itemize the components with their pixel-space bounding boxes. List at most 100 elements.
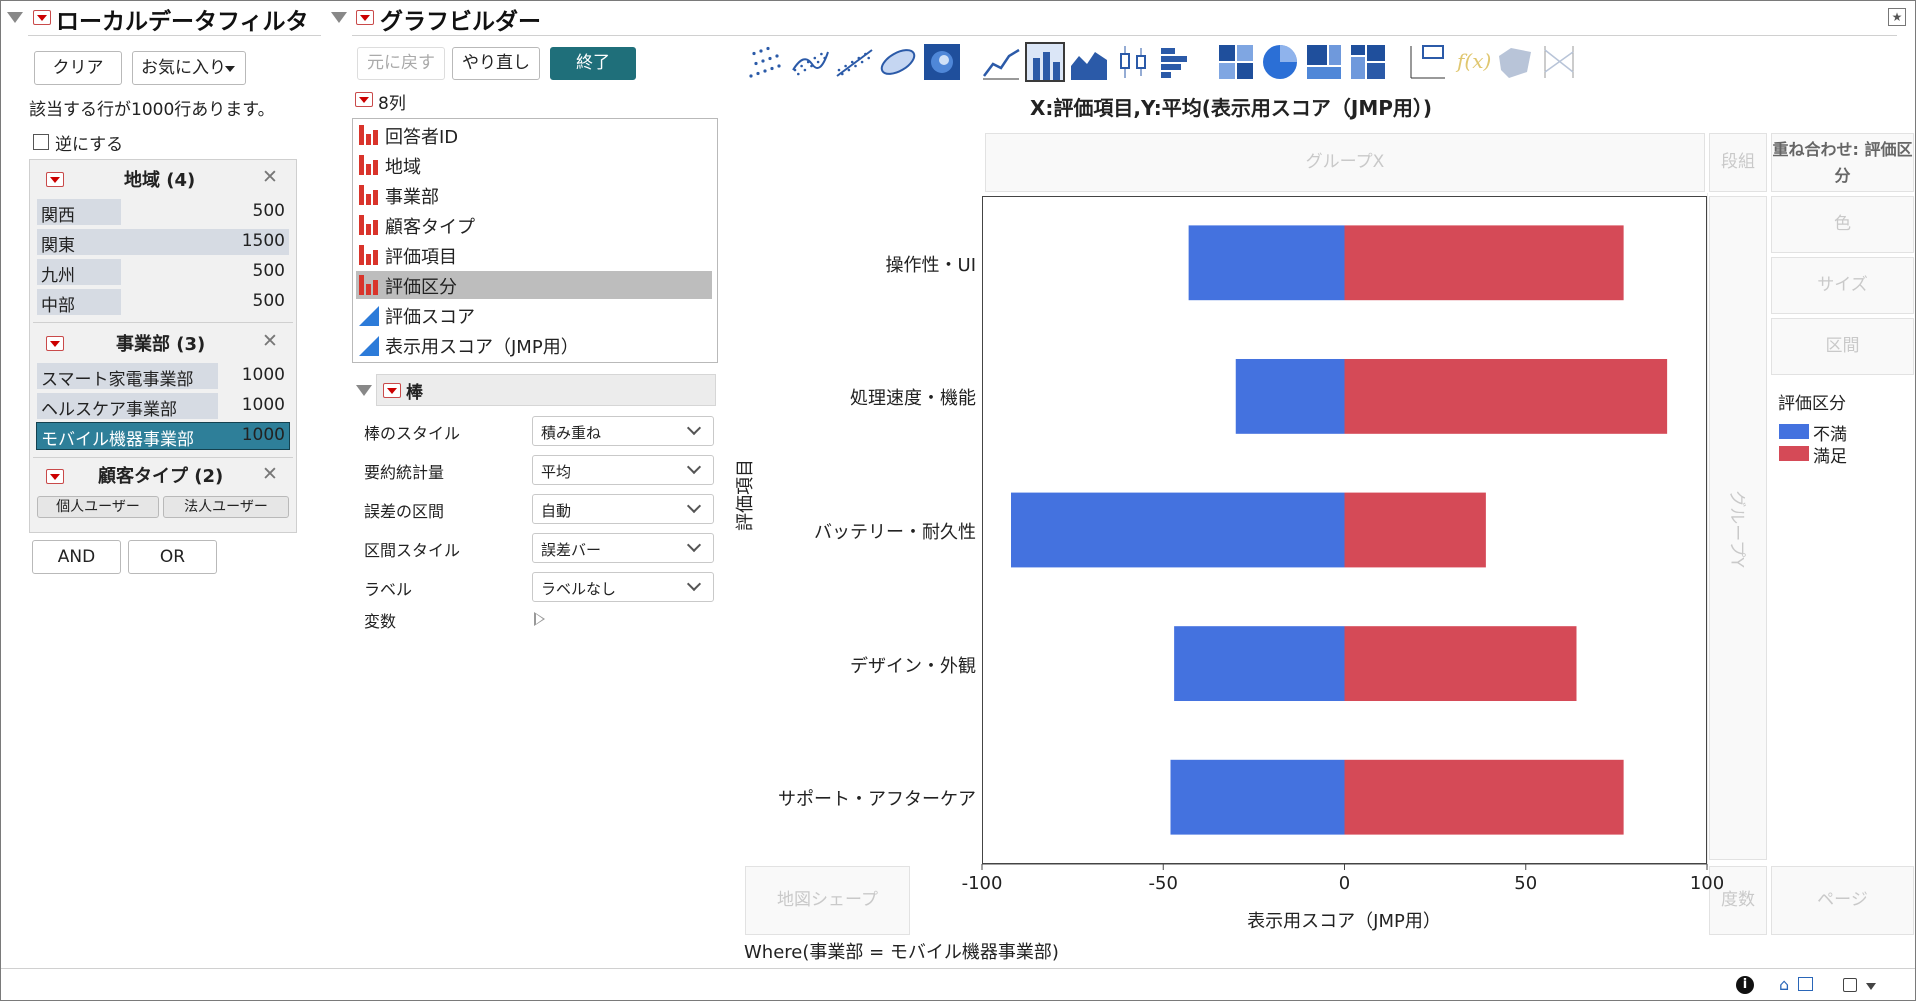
y-tick-label: 処理速度・機能 [850, 388, 976, 410]
column-list-item[interactable]: 表示用スコア（JMP用） [356, 331, 712, 359]
smoother-icon[interactable] [790, 42, 830, 82]
column-list-item[interactable]: 回答者ID [356, 121, 712, 149]
area-icon[interactable] [1069, 42, 1109, 82]
chevron-down-icon [686, 459, 702, 475]
parallel-icon[interactable] [1539, 42, 1579, 82]
region-filter-item[interactable]: 中部 500 [37, 289, 289, 316]
column-name: 事業部 [385, 187, 439, 208]
column-list-item[interactable]: 事業部 [356, 181, 712, 209]
chevron-down-icon [686, 537, 702, 553]
x-axis-label: 表示用スコア（JMP用） [1247, 911, 1441, 932]
bar-positive[interactable] [1344, 358, 1668, 434]
data-table-icon[interactable] [1798, 977, 1813, 991]
y-tick-label: デザイン・外観 [850, 655, 976, 677]
treemap-icon[interactable] [1304, 42, 1344, 82]
box-plot-icon[interactable] [1113, 42, 1153, 82]
filter-item-label: モバイル機器事業部 [41, 430, 194, 450]
column-list-item[interactable]: 顧客タイプ [356, 211, 712, 239]
nominal-column-icon [359, 185, 379, 205]
filter-item-label: 九州 [41, 266, 75, 286]
bar-negative[interactable] [1235, 358, 1345, 434]
property-dropdown[interactable]: 積み重ね [532, 416, 714, 446]
property-dropdown-value: 積み重ね [541, 424, 602, 442]
property-dropdown-value: ラベルなし [541, 580, 617, 598]
heatmap-icon[interactable] [1216, 42, 1256, 82]
property-label: ラベル [364, 580, 413, 599]
x-tick-label: -50 [1148, 873, 1178, 894]
filter-item-label: 関東 [41, 236, 75, 256]
property-dropdown[interactable]: 平均 [532, 455, 714, 485]
info-icon[interactable]: i [1736, 976, 1754, 994]
bar-negative[interactable] [1174, 626, 1345, 702]
bar-negative[interactable] [1011, 492, 1345, 568]
column-name: 表示用スコア（JMP用） [385, 337, 579, 358]
bar-chart-svg [981, 225, 1708, 870]
column-list-item[interactable]: 評価項目 [356, 241, 712, 269]
bar-negative[interactable] [1188, 225, 1345, 301]
select-window-icon[interactable] [1843, 978, 1857, 992]
nominal-column-icon [359, 215, 379, 235]
y-tick-label: サポート・アフターケア [778, 789, 976, 811]
pie-icon[interactable] [1260, 42, 1300, 82]
property-label: 区間スタイル [364, 541, 461, 560]
nominal-column-icon [359, 125, 379, 145]
region-filter-item[interactable]: 関西 500 [37, 199, 289, 226]
bar-negative[interactable] [1170, 759, 1345, 835]
filter-item-count: 1000 [241, 365, 285, 385]
column-list-item[interactable]: 評価区分 [356, 271, 712, 299]
filter-item-label: スマート家電事業部 [41, 370, 194, 390]
filter-item-count: 500 [252, 201, 285, 221]
property-dropdown-value: 平均 [541, 463, 572, 481]
bar-positive[interactable] [1344, 626, 1577, 702]
caption-box-icon[interactable] [1407, 42, 1447, 82]
ellipse-icon[interactable] [878, 42, 918, 82]
formula-icon[interactable]: f(x) [1451, 42, 1491, 82]
map-shape-icon[interactable] [1495, 42, 1535, 82]
bar-positive[interactable] [1344, 225, 1624, 301]
property-dropdown[interactable]: ラベルなし [532, 572, 714, 602]
column-name: 評価スコア [385, 307, 475, 328]
column-name: 顧客タイプ [385, 217, 475, 238]
mosaic-icon[interactable] [1348, 42, 1388, 82]
column-list-item[interactable]: 評価スコア [356, 301, 712, 329]
column-list-item[interactable]: 地域 [356, 151, 712, 179]
line-of-fit-icon[interactable] [834, 42, 874, 82]
region-filter-item[interactable]: 関東 1500 [37, 229, 289, 256]
property-dropdown[interactable]: 誤差バー [532, 533, 714, 563]
y-tick-label: バッテリー・耐久性 [814, 522, 976, 543]
bar-positive[interactable] [1344, 759, 1624, 835]
x-tick-label: 0 [1338, 873, 1351, 894]
nominal-column-icon [359, 245, 379, 265]
x-tick-label: -100 [961, 873, 1003, 894]
bar-positive[interactable] [1344, 492, 1486, 568]
property-label: 要約統計量 [364, 463, 445, 482]
window-menu-arrow-icon[interactable] [1866, 983, 1876, 990]
y-axis-label: 評価項目 [735, 459, 756, 531]
filter-item-count: 1000 [241, 425, 285, 445]
x-tick-label: 100 [1689, 873, 1725, 894]
home-icon[interactable]: ⌂ [1779, 975, 1789, 994]
property-label: 誤差の区間 [364, 502, 445, 521]
column-name: 評価項目 [385, 247, 457, 268]
division-filter-item[interactable]: モバイル機器事業部 1000 [36, 422, 290, 450]
property-dropdown[interactable]: 自動 [532, 494, 714, 524]
contour-icon[interactable] [922, 42, 962, 82]
bar-icon[interactable] [1025, 42, 1065, 82]
points-icon[interactable] [746, 42, 786, 82]
column-name: 回答者ID [385, 127, 459, 148]
continuous-column-icon [359, 306, 379, 326]
continuous-column-icon [359, 336, 379, 356]
division-filter-item[interactable]: スマート家電事業部 1000 [37, 363, 289, 390]
filter-item-count: 500 [252, 291, 285, 311]
property-dropdown-value: 自動 [541, 502, 572, 520]
division-filter-item[interactable]: ヘルスケア事業部 1000 [37, 393, 289, 420]
status-bar-divider [1, 968, 1915, 969]
region-filter-item[interactable]: 九州 500 [37, 259, 289, 286]
y-tick-label: 操作性・UI [885, 254, 976, 276]
chevron-down-icon [686, 420, 702, 436]
column-name: 評価区分 [385, 277, 457, 298]
nominal-column-icon [359, 155, 379, 175]
histogram-icon[interactable] [1157, 42, 1197, 82]
property-label: 棒のスタイル [364, 424, 461, 443]
line-icon[interactable] [981, 42, 1021, 82]
